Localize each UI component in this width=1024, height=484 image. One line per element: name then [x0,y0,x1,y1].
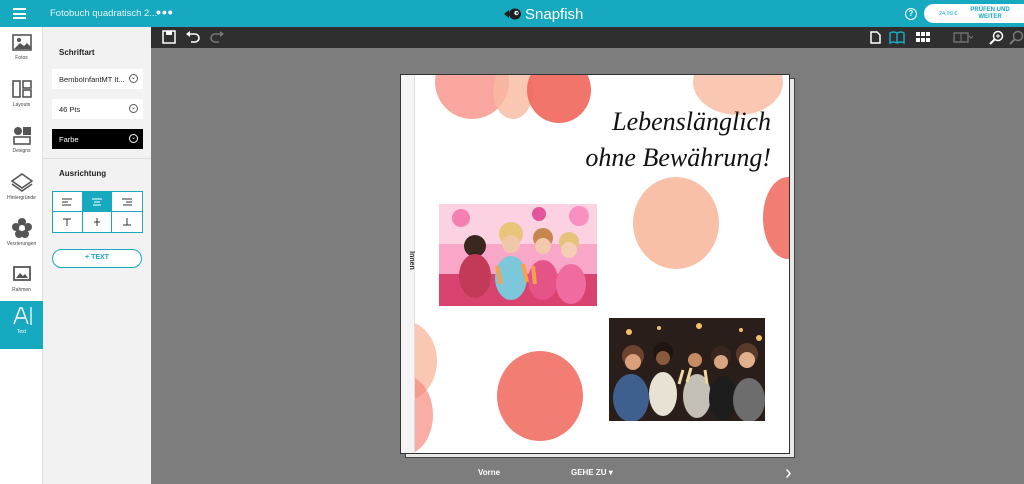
align-left-icon [62,198,73,205]
align-right-icon [122,198,133,205]
spread-view-icon[interactable] [889,30,905,45]
chevron-down-icon: ⌄ [129,104,138,113]
spine-label: Innen [407,251,415,270]
layout-toggle-icon[interactable] [953,30,973,45]
grid-view-icon[interactable] [915,30,931,45]
heading-line-1[interactable]: Lebenslänglich [612,107,771,137]
align-bottom-icon [123,218,132,226]
text-icon [12,307,32,325]
align-middle-icon [93,218,100,226]
align-left-button[interactable] [53,192,83,212]
add-text-button[interactable]: + TEXT [52,249,142,268]
canvas-area: Innen Lebenslänglich ohne Bewährung! [151,48,1024,484]
font-family-select[interactable]: BemboInfantMT It... ⌄ [52,69,143,89]
party-photo [439,204,597,306]
single-page-icon[interactable] [867,30,883,45]
decorative-dot [497,351,583,441]
text-properties-panel: Schriftart BemboInfantMT It... ⌄ 46 Pts … [43,27,151,484]
checkout-button[interactable]: 24,99 € PRÜFEN UND WEITER [924,4,1024,23]
heading-line-2[interactable]: ohne Bewährung! [585,143,771,173]
price-label: 24,99 € [939,10,958,17]
brand-name: Snapfish [525,5,584,23]
help-icon[interactable]: ? [905,8,917,20]
color-label: Farbe [59,135,79,144]
photo-frame-cheers[interactable] [609,318,765,421]
rail-label: Layouts [12,102,31,108]
editor-toolbar [151,27,1024,48]
color-select[interactable]: Farbe ⌄ [52,129,143,149]
decorative-dot [633,177,719,269]
align-top-icon [63,218,72,226]
photos-icon [11,34,32,51]
rail-item-designs[interactable]: Designs [0,120,43,166]
rail-item-embellishments[interactable]: Verzierungen [0,213,43,259]
cheers-photo [609,318,765,421]
chevron-down-icon: ⌄ [129,134,138,143]
redo-icon[interactable] [209,30,225,45]
rail-item-backgrounds[interactable]: Hintergründe [0,167,43,213]
tool-rail: Fotos Layouts Designs Hintergründe Verzi… [0,27,43,484]
decorative-dot [527,75,591,123]
align-center-button[interactable] [82,192,113,212]
book-page[interactable]: Innen Lebenslänglich ohne Bewährung! [400,74,790,454]
align-top-button[interactable] [53,212,83,232]
alignment-grid [52,191,143,233]
rail-label: Text [16,329,27,335]
align-middle-button[interactable] [83,212,113,232]
rail-label: Hintergründe [7,195,36,201]
zoom-in-icon[interactable] [989,30,1005,45]
font-section-title: Schriftart [59,48,95,57]
page-navigation: Vorne GEHE ZU ▾ › [151,462,1024,484]
goto-page-dropdown[interactable]: GEHE ZU ▾ [571,468,613,477]
rail-label: Verzierungen [6,241,37,247]
align-bottom-button[interactable] [112,212,142,232]
backgrounds-icon [10,173,33,192]
fish-logo-icon [504,8,521,20]
rail-item-text[interactable]: Text [0,301,43,349]
font-size-select[interactable]: 46 Pts ⌄ [52,99,143,119]
next-page-arrow-icon[interactable]: › [785,462,792,484]
rail-label: Designs [12,148,31,154]
undo-icon[interactable] [185,30,201,45]
font-size-value: 46 Pts [59,105,81,114]
rail-item-layouts[interactable]: Layouts [0,74,43,120]
zoom-out-icon[interactable] [1009,30,1024,45]
rail-item-photos[interactable]: Fotos [0,27,43,73]
rail-label: Rahmen [12,287,31,293]
embellishments-icon [11,218,32,238]
frames-icon [12,266,31,281]
layouts-icon [11,80,32,98]
align-right-button[interactable] [112,192,142,212]
photo-frame-party[interactable] [439,204,597,306]
page-position-label: Vorne [478,468,501,477]
font-family-value: BemboInfantMT It... [59,75,125,84]
document-title[interactable]: Fotobuch quadratisch 2... [50,8,157,19]
designs-icon [12,127,31,145]
snapfish-logo: Snapfish [502,4,583,24]
checkout-label: PRÜFEN UND WEITER [970,6,1010,20]
more-options-button[interactable]: ••• [156,4,174,20]
decorative-dot [763,177,789,259]
hamburger-menu-icon[interactable] [13,8,26,19]
rail-item-frames[interactable]: Rahmen [0,259,43,305]
panel-divider [43,158,151,159]
save-icon[interactable] [161,30,177,45]
align-section-title: Ausrichtung [59,169,107,178]
chevron-down-icon: ⌄ [129,74,138,83]
top-bar: Fotobuch quadratisch 2... ••• Snapfish ?… [0,0,1024,27]
align-center-icon [91,198,102,205]
rail-label: Fotos [15,55,28,61]
